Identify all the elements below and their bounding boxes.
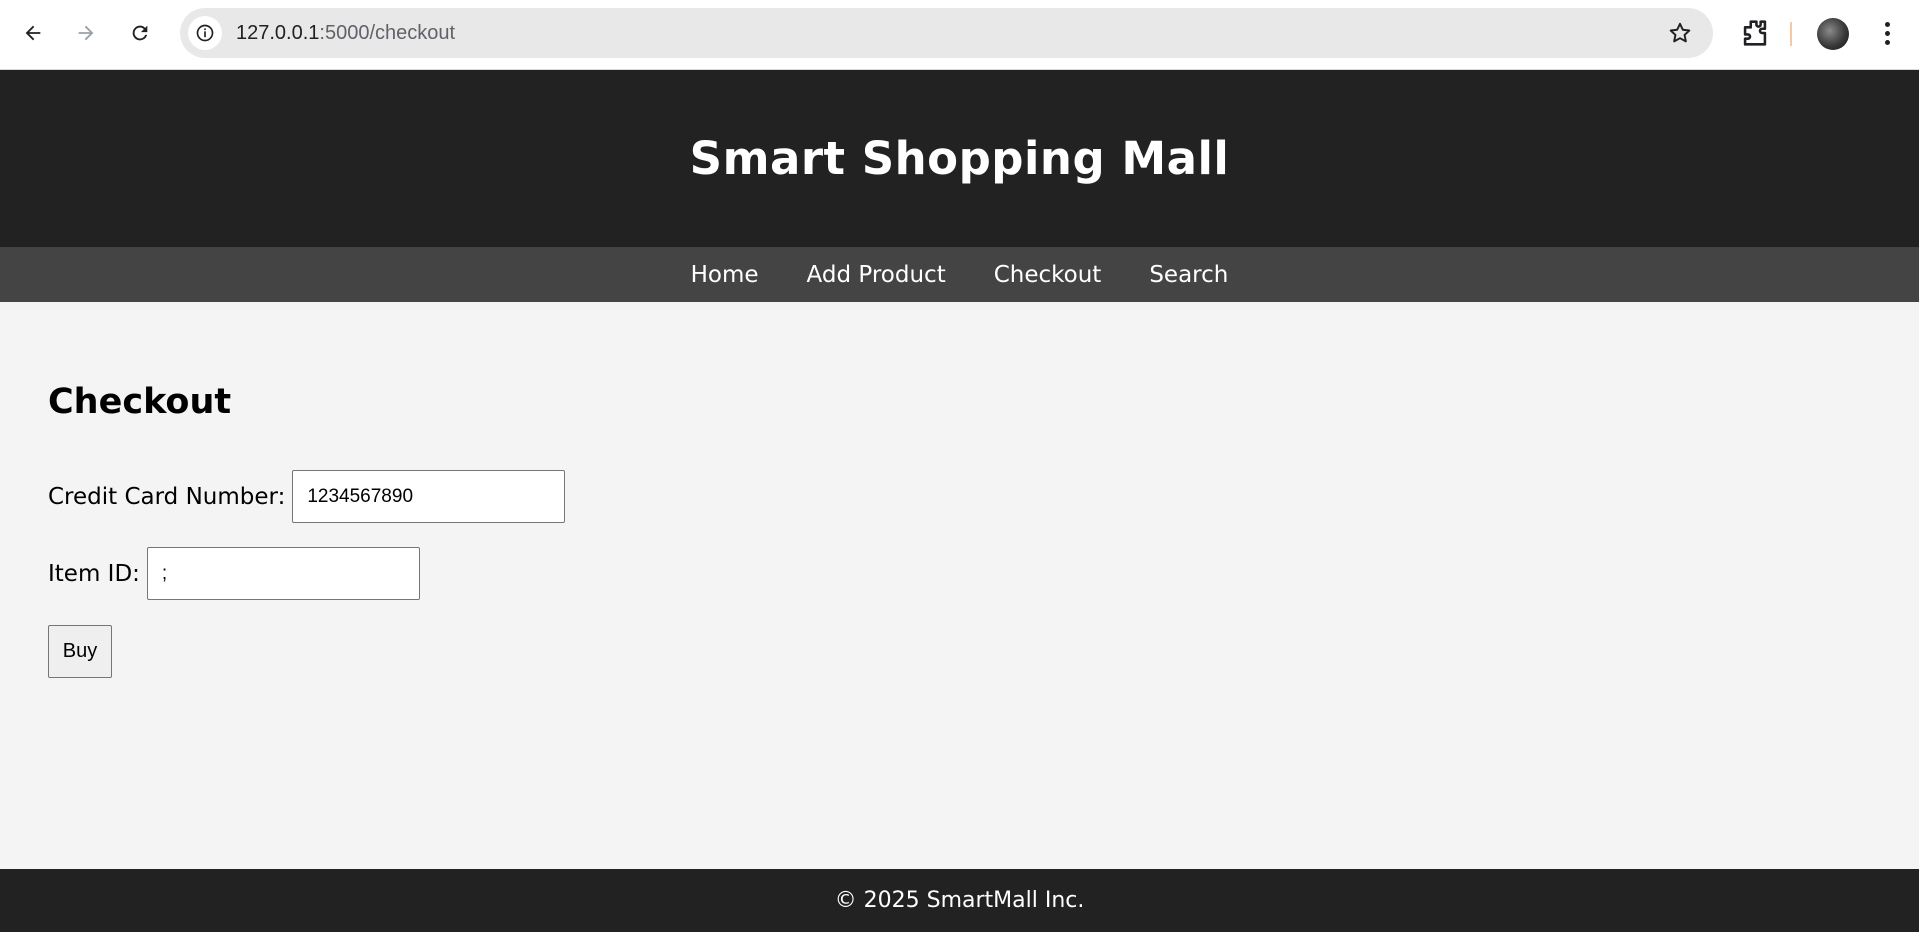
browser-toolbar: 127.0.0.1:5000/checkout bbox=[0, 0, 1919, 70]
site-title: Smart Shopping Mall bbox=[689, 132, 1230, 185]
puzzle-icon[interactable] bbox=[1738, 16, 1772, 50]
site-header: Smart Shopping Mall bbox=[0, 70, 1919, 247]
item-id-input[interactable] bbox=[146, 547, 420, 600]
item-id-row: Item ID: bbox=[48, 547, 420, 600]
kebab-menu-icon[interactable] bbox=[1872, 16, 1902, 50]
site-info-button[interactable] bbox=[188, 16, 222, 50]
toolbar-divider bbox=[1790, 22, 1792, 46]
address-bar[interactable]: 127.0.0.1:5000/checkout bbox=[180, 8, 1713, 58]
buy-button[interactable]: Buy bbox=[48, 625, 112, 678]
forward-arrow-icon bbox=[78, 25, 94, 41]
info-icon bbox=[196, 24, 214, 42]
credit-card-row: Credit Card Number: bbox=[48, 470, 566, 523]
credit-card-input[interactable] bbox=[292, 470, 566, 523]
url-path: :5000/checkout bbox=[319, 22, 456, 44]
avatar[interactable] bbox=[1817, 18, 1849, 50]
nav-link-add-product[interactable]: Add Product bbox=[807, 262, 946, 288]
star-icon[interactable] bbox=[1667, 20, 1693, 46]
back-arrow-icon bbox=[25, 25, 41, 41]
item-id-label: Item ID: bbox=[48, 560, 140, 587]
url-host: 127.0.0.1 bbox=[236, 22, 320, 44]
page-title: Checkout bbox=[48, 382, 232, 422]
credit-card-label: Credit Card Number: bbox=[48, 483, 286, 510]
main-nav: Home Add Product Checkout Search bbox=[0, 247, 1919, 302]
reload-button[interactable] bbox=[122, 15, 158, 51]
nav-link-home[interactable]: Home bbox=[691, 262, 759, 288]
forward-button[interactable] bbox=[68, 15, 104, 51]
back-button[interactable] bbox=[15, 15, 51, 51]
site-footer: © 2025 SmartMall Inc. bbox=[0, 869, 1919, 932]
url-text[interactable]: 127.0.0.1:5000/checkout bbox=[236, 8, 455, 58]
reload-icon bbox=[132, 25, 148, 41]
footer-text: © 2025 SmartMall Inc. bbox=[834, 888, 1085, 913]
nav-link-search[interactable]: Search bbox=[1149, 262, 1228, 288]
nav-link-checkout[interactable]: Checkout bbox=[994, 262, 1102, 288]
